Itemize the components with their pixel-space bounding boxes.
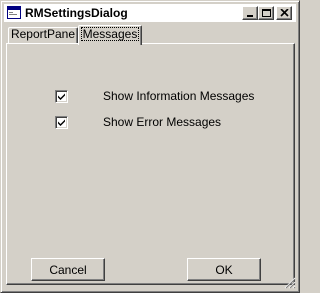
messages-tab-panel: Show Information Messages Show Error Mes… [6, 43, 295, 285]
tab-reportpane-label: ReportPane [10, 27, 76, 41]
minimize-button[interactable] [242, 6, 258, 20]
window-app-icon [7, 6, 21, 19]
show-information-messages-label[interactable]: Show Information Messages [103, 89, 254, 103]
dialog-window: RMSettingsDialog ReportPane Messages Sho… [0, 0, 300, 293]
show-information-messages-checkbox[interactable] [55, 90, 68, 103]
cancel-button[interactable]: Cancel [31, 258, 105, 281]
checkmark-icon [58, 93, 65, 100]
title-bar[interactable]: RMSettingsDialog [4, 4, 296, 22]
checkmark-icon [58, 119, 65, 126]
minimize-icon [247, 15, 253, 17]
window-title: RMSettingsDialog [25, 6, 128, 20]
tab-reportpane[interactable]: ReportPane [8, 27, 78, 43]
resize-grip-icon[interactable] [284, 277, 296, 289]
maximize-button[interactable] [258, 6, 274, 20]
tab-strip: ReportPane Messages [6, 25, 296, 45]
ok-button[interactable]: OK [187, 258, 261, 281]
tab-messages-label: Messages [80, 27, 140, 41]
show-error-messages-label[interactable]: Show Error Messages [103, 115, 221, 129]
maximize-icon [262, 9, 271, 17]
show-error-messages-checkbox[interactable] [55, 116, 68, 129]
close-icon [280, 9, 289, 17]
tab-messages[interactable]: Messages [78, 25, 142, 45]
close-button[interactable] [276, 6, 292, 20]
